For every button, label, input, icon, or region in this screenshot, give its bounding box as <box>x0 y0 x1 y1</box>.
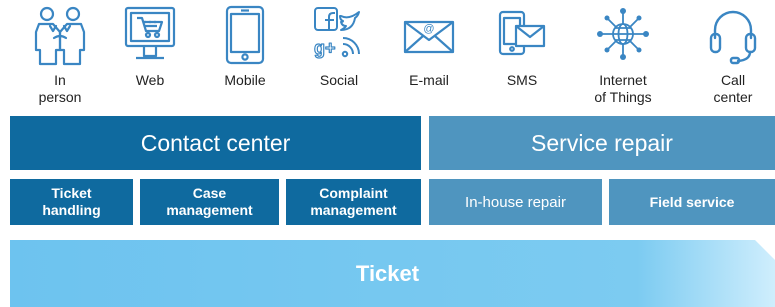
channel-label: Call center <box>713 72 753 105</box>
channel-email: @ E-mail <box>384 0 474 112</box>
channel-label: Social <box>319 72 359 88</box>
channel-social: g+ Social <box>294 0 384 112</box>
handshake-icon <box>34 6 86 66</box>
ticket-handling-box: Ticket handling <box>10 179 133 225</box>
channel-label: E-mail <box>409 72 449 88</box>
channel-web: Web <box>105 0 195 112</box>
channel-mobile: Mobile <box>200 0 290 112</box>
mobile-phone-icon <box>225 5 265 65</box>
service-repair-header: Service repair <box>429 116 775 170</box>
sms-icon <box>498 10 546 56</box>
social-media-icon: g+ <box>313 7 360 59</box>
svg-text:@: @ <box>423 23 434 35</box>
channel-call-center: Call center <box>688 0 775 112</box>
web-shopping-cart-icon <box>124 6 176 60</box>
headset-icon <box>709 10 757 65</box>
complaint-management-box: Complaint management <box>286 179 421 225</box>
field-service-box: Field service <box>609 179 775 225</box>
ticket-label: Ticket <box>355 260 420 286</box>
svg-text:g+: g+ <box>314 38 336 58</box>
case-management-box: Case management <box>140 179 279 225</box>
contact-center-header: Contact center <box>10 116 421 170</box>
channel-label: Mobile <box>224 72 266 88</box>
channel-label: In person <box>38 72 82 105</box>
channel-label: Internet of Things <box>594 72 652 105</box>
channel-row: In person Web Mobile g+ Social @ E-mail … <box>0 0 775 112</box>
channel-iot: Internet of Things <box>578 0 668 112</box>
channel-label: Web <box>135 72 165 88</box>
iot-network-icon <box>597 8 649 60</box>
channel-sms: SMS <box>477 0 567 112</box>
in-house-repair-box: In-house repair <box>429 179 602 225</box>
channel-in-person: In person <box>15 0 105 112</box>
channel-label: SMS <box>506 72 538 88</box>
email-envelope-icon: @ <box>403 20 455 54</box>
